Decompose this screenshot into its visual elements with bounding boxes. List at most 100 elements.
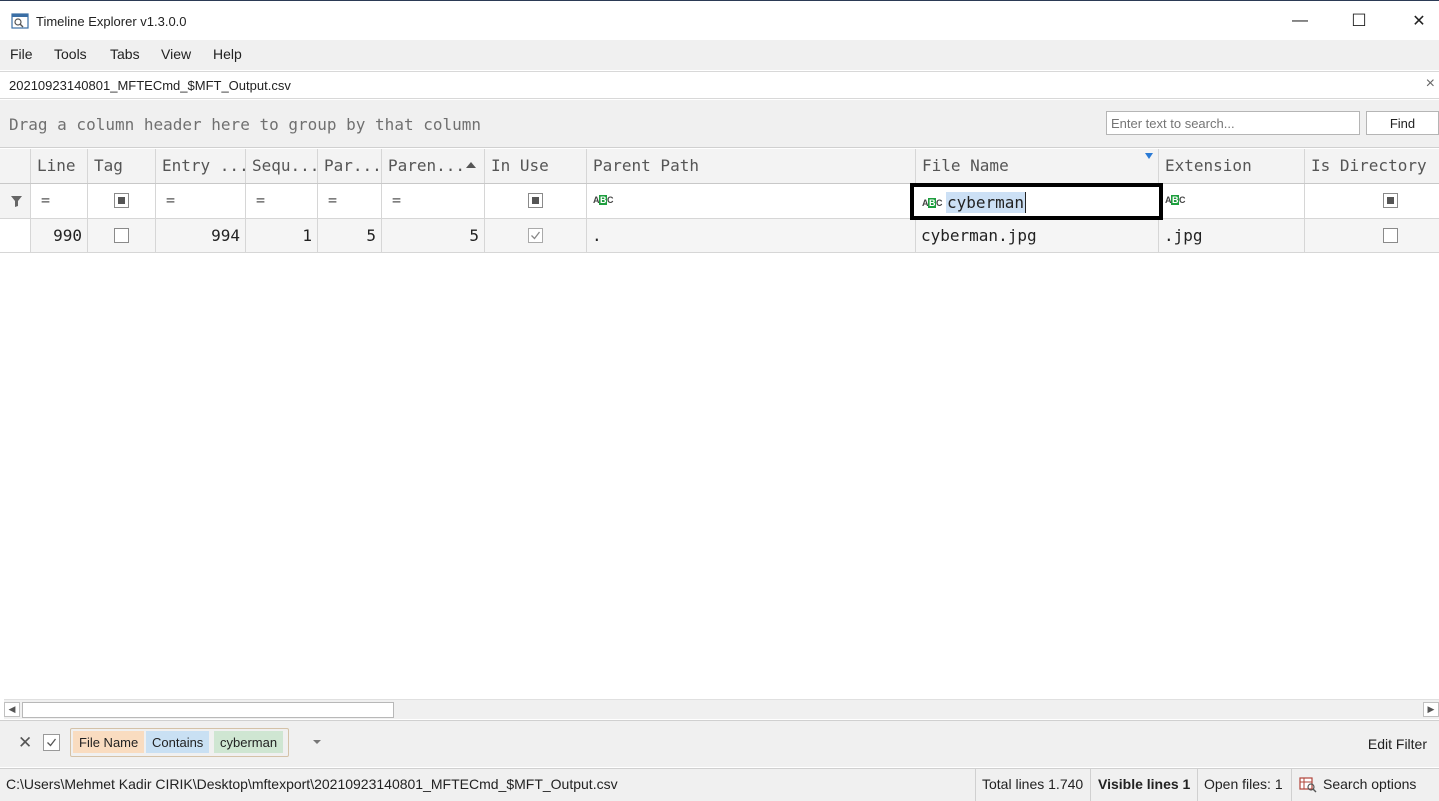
column-filter-icon[interactable] [1145, 153, 1153, 159]
column-header-in-use[interactable]: In Use [485, 149, 587, 183]
filter-value-chip[interactable]: cyberman [214, 731, 284, 753]
text-filter-icon: ABC [922, 198, 943, 208]
status-visible-lines: Visible lines 1 [1098, 776, 1191, 792]
cell-is-directory[interactable] [1305, 219, 1439, 252]
column-header-file-name-label: File Name [922, 156, 1009, 175]
data-grid: Line Tag Entry ... Sequ... Par... Paren.… [0, 149, 1439, 699]
search-options-icon[interactable] [1299, 777, 1317, 796]
filter-field-chip[interactable]: File Name [73, 731, 145, 753]
column-header-is-directory[interactable]: Is Directory [1305, 149, 1439, 183]
clear-filter-icon[interactable]: ✕ [18, 733, 32, 753]
file-name-filter-input[interactable]: cyberman [946, 192, 1027, 213]
column-header-parent-sequence[interactable]: Paren... [382, 149, 485, 183]
column-header-line[interactable]: Line [31, 149, 88, 183]
status-total-lines: Total lines 1.740 [982, 776, 1084, 792]
filter-cell-parent-entry[interactable]: = [318, 184, 382, 218]
scroll-thumb[interactable] [22, 702, 394, 718]
scroll-right-arrow-icon[interactable]: ▶ [1423, 702, 1439, 717]
text-filter-icon: ABC [593, 195, 614, 205]
file-tab-strip: 20210923140801_MFTECmd_$MFT_Output.csv × [0, 71, 1439, 99]
cell-file-name[interactable]: cyberman.jpg [916, 219, 1159, 252]
text-filter-icon: ABC [1165, 195, 1186, 205]
cell-parent-entry[interactable]: 5 [318, 219, 382, 252]
table-row[interactable]: 990 994 1 5 5 . cyberman.jpg .jpg [0, 219, 1439, 253]
column-header-parent-entry[interactable]: Par... [318, 149, 382, 183]
find-button[interactable]: Find [1366, 111, 1439, 135]
row-indicator-header [0, 149, 31, 183]
window-title: Timeline Explorer v1.3.0.0 [36, 14, 187, 29]
edit-filter-link[interactable]: Edit Filter [1368, 736, 1427, 752]
auto-filter-row: = = = = = ABC ABC cyberman ABC [0, 183, 1439, 220]
filter-cell-sequence[interactable]: = [246, 184, 318, 218]
column-header-entry[interactable]: Entry ... [156, 149, 246, 183]
cell-extension[interactable]: .jpg [1159, 219, 1305, 252]
filter-cell-extension[interactable]: ABC [1159, 184, 1305, 218]
filter-cell-parent-path[interactable]: ABC [587, 184, 916, 218]
cell-sequence[interactable]: 1 [246, 219, 318, 252]
column-header-file-name[interactable]: File Name [916, 149, 1159, 183]
app-icon [11, 13, 29, 29]
maximize-button[interactable]: ☐ [1339, 7, 1379, 35]
maximize-icon: ☐ [1351, 11, 1367, 30]
column-header-extension[interactable]: Extension [1159, 149, 1305, 183]
menu-tools[interactable]: Tools [54, 46, 87, 62]
menu-bar: File Tools Tabs View Help [0, 40, 1439, 70]
row-indicator [0, 219, 31, 252]
cell-tag[interactable] [88, 219, 156, 252]
cell-in-use[interactable] [485, 219, 587, 252]
title-bar: Timeline Explorer v1.3.0.0 — ☐ ✕ [0, 0, 1439, 40]
tab-close-icon[interactable]: × [1426, 75, 1435, 93]
check-icon [531, 231, 541, 240]
menu-file[interactable]: File [10, 46, 33, 62]
column-header-tag[interactable]: Tag [88, 149, 156, 183]
tag-filter-checkbox[interactable] [114, 193, 129, 208]
status-separator [1197, 769, 1198, 801]
filter-cell-in-use[interactable] [485, 184, 587, 218]
filter-cell-is-directory[interactable] [1305, 184, 1439, 218]
filter-row-indicator [0, 184, 31, 218]
filter-cell-entry[interactable]: = [156, 184, 246, 218]
minimize-icon: — [1292, 12, 1308, 29]
enable-filter-checkbox[interactable] [43, 734, 60, 751]
cell-parent-path[interactable]: . [587, 219, 916, 252]
funnel-icon [11, 196, 22, 207]
is-directory-filter-checkbox[interactable] [1383, 193, 1398, 208]
tab-file[interactable]: 20210923140801_MFTECmd_$MFT_Output.csv [9, 78, 291, 93]
status-open-files: Open files: 1 [1204, 776, 1283, 792]
horizontal-scrollbar[interactable]: ◀ ▶ [4, 699, 1439, 719]
cell-line[interactable]: 990 [31, 219, 88, 252]
group-panel: Drag a column header here to group by th… [0, 100, 1439, 148]
status-separator [975, 769, 976, 801]
search-options-button[interactable]: Search options [1323, 776, 1416, 792]
close-window-button[interactable]: ✕ [1399, 7, 1439, 35]
in-use-filter-checkbox[interactable] [528, 193, 543, 208]
sort-ascending-icon [466, 162, 476, 168]
status-separator [1090, 769, 1091, 801]
filter-cell-line[interactable]: = [31, 184, 88, 218]
filter-cell-parent-sequence[interactable]: = [382, 184, 485, 218]
menu-view[interactable]: View [161, 46, 191, 62]
filter-history-dropdown-icon[interactable] [313, 740, 321, 744]
column-header-parent-sequence-label: Paren... [388, 156, 466, 175]
filter-cell-file-name[interactable]: ABC cyberman [910, 183, 1163, 220]
status-file-path: C:\Users\Mehmet Kadir CIRIK\Desktop\mfte… [6, 776, 618, 792]
filter-operator-chip[interactable]: Contains [146, 731, 210, 753]
cell-parent-sequence[interactable]: 5 [382, 219, 485, 252]
column-header-parent-path[interactable]: Parent Path [587, 149, 916, 183]
cell-entry[interactable]: 994 [156, 219, 246, 252]
minimize-button[interactable]: — [1280, 7, 1320, 35]
column-header-sequence[interactable]: Sequ... [246, 149, 318, 183]
menu-help[interactable]: Help [213, 46, 242, 62]
status-separator [1291, 769, 1292, 801]
filter-cell-tag[interactable] [88, 184, 156, 218]
search-input[interactable] [1106, 111, 1360, 135]
in-use-checkbox[interactable] [528, 228, 543, 243]
menu-tabs[interactable]: Tabs [110, 46, 140, 62]
status-bar: C:\Users\Mehmet Kadir CIRIK\Desktop\mfte… [0, 768, 1439, 801]
scroll-left-arrow-icon[interactable]: ◀ [4, 702, 20, 717]
column-header-row: Line Tag Entry ... Sequ... Par... Paren.… [0, 149, 1439, 184]
is-directory-checkbox[interactable] [1383, 228, 1398, 243]
close-icon: ✕ [1412, 13, 1426, 30]
filter-panel: ✕ File Name Contains cyberman Edit Filte… [0, 720, 1439, 767]
tag-checkbox[interactable] [114, 228, 129, 243]
